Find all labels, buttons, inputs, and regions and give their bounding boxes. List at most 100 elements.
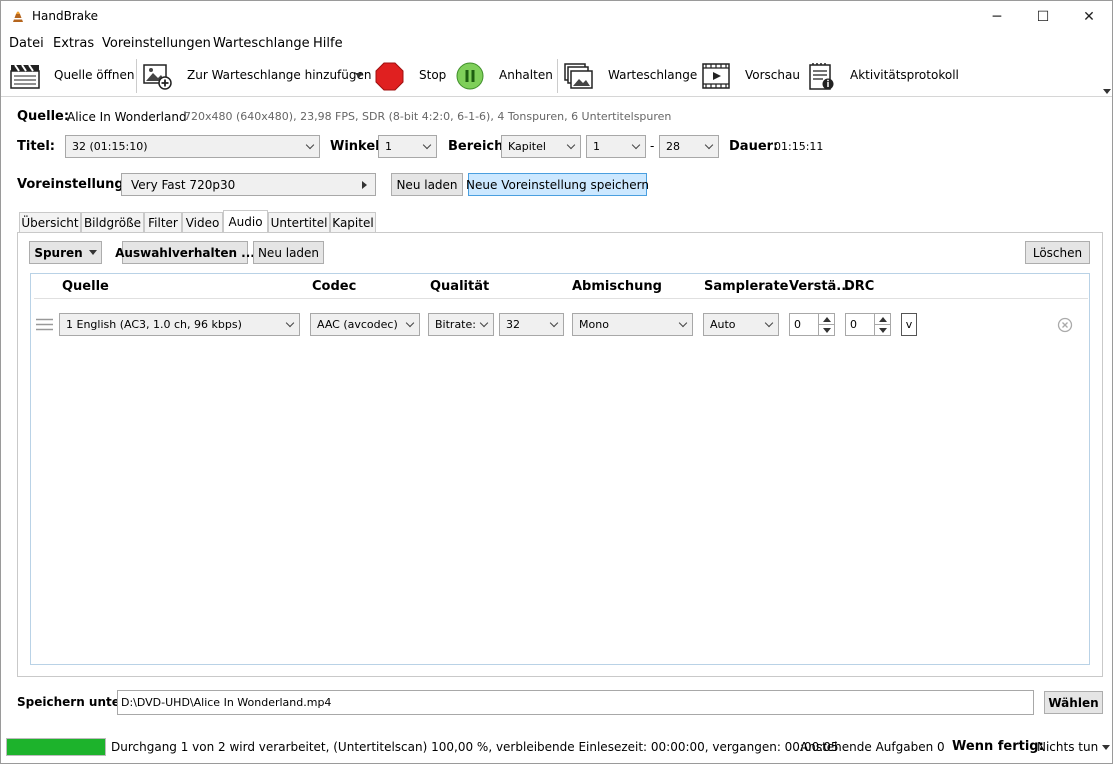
chevron-down-icon bbox=[704, 140, 714, 150]
add-to-queue-icon[interactable] bbox=[143, 63, 173, 91]
track-mixdown-value: Mono bbox=[579, 318, 609, 331]
activity-log-icon[interactable] bbox=[809, 63, 835, 91]
when-done-value: Nichts tun bbox=[1037, 740, 1099, 754]
open-source-button[interactable]: Quelle öffnen bbox=[54, 68, 135, 82]
track-bitrate-value: 32 bbox=[506, 318, 520, 331]
tracks-label: Spuren bbox=[34, 245, 83, 260]
range-from-select[interactable]: 1 bbox=[586, 135, 646, 158]
angle-label: Winkel: bbox=[330, 139, 385, 154]
tab-subtitles[interactable]: Untertitel bbox=[268, 212, 330, 233]
tab-audio[interactable]: Audio bbox=[223, 210, 268, 233]
range-separator: - bbox=[650, 139, 655, 153]
menu-extras[interactable]: Extras bbox=[53, 36, 94, 51]
chevron-down-icon bbox=[1102, 744, 1111, 750]
preset-selector[interactable]: Very Fast 720p30 bbox=[121, 173, 376, 196]
gain-down-icon[interactable] bbox=[819, 325, 834, 336]
track-quality-mode-select[interactable]: Bitrate: bbox=[428, 313, 494, 336]
duration-label: Dauer: bbox=[729, 139, 779, 154]
chevron-down-icon bbox=[479, 318, 489, 328]
queue-button[interactable]: Warteschlange bbox=[608, 68, 697, 82]
minimize-button[interactable]: ─ bbox=[974, 1, 1020, 32]
track-bitrate-select[interactable]: 32 bbox=[499, 313, 564, 336]
save-path-input[interactable]: D:\DVD-UHD\Alice In Wonderland.mp4 bbox=[117, 690, 1034, 715]
film-preview-icon[interactable] bbox=[702, 63, 730, 89]
track-mixdown-select[interactable]: Mono bbox=[572, 313, 693, 336]
close-button[interactable]: ✕ bbox=[1066, 1, 1112, 32]
track-more-options-button[interactable]: v bbox=[901, 313, 917, 336]
progress-fill bbox=[7, 739, 105, 755]
menu-help[interactable]: Hilfe bbox=[313, 36, 343, 51]
menu-file[interactable]: Datei bbox=[9, 36, 44, 51]
angle-select[interactable]: 1 bbox=[378, 135, 437, 158]
reload-preset-button[interactable]: Neu laden bbox=[391, 173, 463, 196]
col-header-codec: Codec bbox=[312, 279, 357, 294]
angle-select-value: 1 bbox=[385, 140, 392, 153]
title-select[interactable]: 32 (01:15:10) bbox=[65, 135, 320, 158]
remove-track-icon[interactable] bbox=[1057, 317, 1073, 333]
when-done-select[interactable]: Nichts tun bbox=[1037, 740, 1111, 754]
track-gain-value: 0 bbox=[794, 318, 801, 331]
gain-up-icon[interactable] bbox=[819, 314, 834, 325]
browse-button[interactable]: Wählen bbox=[1044, 691, 1103, 714]
chevron-down-icon bbox=[405, 318, 415, 328]
stop-button[interactable]: Stop bbox=[419, 68, 446, 82]
chevron-down-icon bbox=[88, 250, 97, 255]
pause-button[interactable]: Anhalten bbox=[499, 68, 553, 82]
range-to-select[interactable]: 28 bbox=[659, 135, 719, 158]
drc-up-icon[interactable] bbox=[875, 314, 890, 325]
handbrake-logo-icon bbox=[13, 11, 23, 22]
toolbar-overflow-icon[interactable] bbox=[1103, 89, 1111, 94]
pause-icon[interactable] bbox=[456, 62, 484, 90]
track-source-value: 1 English (AC3, 1.0 ch, 96 kbps) bbox=[66, 318, 242, 331]
stop-icon[interactable] bbox=[375, 62, 404, 91]
tab-filters[interactable]: Filter bbox=[144, 212, 182, 233]
chevron-down-icon bbox=[764, 318, 774, 328]
window-title: HandBrake bbox=[32, 9, 99, 23]
reload-tracks-button[interactable]: Neu laden bbox=[253, 241, 324, 264]
col-header-drc: DRC bbox=[844, 279, 875, 294]
range-label: Bereich: bbox=[448, 139, 509, 154]
tab-chapters[interactable]: Kapitel bbox=[330, 212, 376, 233]
source-label: Quelle: bbox=[17, 109, 70, 124]
menu-queue[interactable]: Warteschlange bbox=[213, 36, 310, 51]
tab-video[interactable]: Video bbox=[182, 212, 223, 233]
save-new-preset-button[interactable]: Neue Voreinstellung speichern bbox=[466, 173, 649, 196]
maximize-button[interactable]: ☐ bbox=[1020, 1, 1066, 32]
source-name: Alice In Wonderland bbox=[67, 110, 187, 124]
when-done-label: Wenn fertig: bbox=[952, 739, 1044, 754]
drag-handle-icon[interactable] bbox=[36, 318, 53, 331]
preview-button[interactable]: Vorschau bbox=[745, 68, 800, 82]
clear-tracks-button[interactable]: Löschen bbox=[1025, 241, 1090, 264]
chevron-down-icon bbox=[566, 140, 576, 150]
clapperboard-icon[interactable] bbox=[10, 63, 40, 89]
gain-spin-buttons[interactable] bbox=[818, 314, 834, 335]
toolbar-separator bbox=[136, 59, 137, 93]
track-quality-mode-value: Bitrate: bbox=[435, 318, 476, 331]
col-header-quality: Qualität bbox=[430, 279, 490, 294]
track-codec-select[interactable]: AAC (avcodec) bbox=[310, 313, 420, 336]
drc-spin-buttons[interactable] bbox=[874, 314, 890, 335]
save-as-label: Speichern unter: bbox=[17, 695, 131, 709]
track-gain-stepper[interactable]: 0 bbox=[789, 313, 835, 336]
chevron-right-icon bbox=[362, 181, 367, 189]
queue-icon[interactable] bbox=[564, 63, 594, 91]
drc-down-icon[interactable] bbox=[875, 325, 890, 336]
tracks-dropdown-button[interactable]: Spuren bbox=[29, 241, 102, 264]
selection-behavior-button[interactable]: Auswahlverhalten ... bbox=[115, 241, 255, 264]
preset-label: Voreinstellung: bbox=[17, 177, 129, 192]
track-drc-value: 0 bbox=[850, 318, 857, 331]
add-to-queue-button[interactable]: Zur Warteschlange hinzufügen bbox=[187, 68, 372, 82]
chevron-down-icon bbox=[549, 318, 559, 328]
track-source-select[interactable]: 1 English (AC3, 1.0 ch, 96 kbps) bbox=[59, 313, 300, 336]
tab-dimensions[interactable]: Bildgröße bbox=[81, 212, 144, 233]
chevron-down-icon[interactable] bbox=[354, 73, 364, 79]
track-drc-stepper[interactable]: 0 bbox=[845, 313, 891, 336]
activity-log-button[interactable]: Aktivitätsprotokoll bbox=[850, 68, 959, 82]
chevron-down-icon bbox=[422, 140, 432, 150]
track-samplerate-select[interactable]: Auto bbox=[703, 313, 779, 336]
range-type-select[interactable]: Kapitel bbox=[501, 135, 581, 158]
tab-overview[interactable]: Übersicht bbox=[19, 212, 81, 233]
menu-presets[interactable]: Voreinstellungen bbox=[102, 36, 211, 51]
progress-bar bbox=[6, 738, 106, 756]
toolbar-separator bbox=[557, 59, 558, 93]
